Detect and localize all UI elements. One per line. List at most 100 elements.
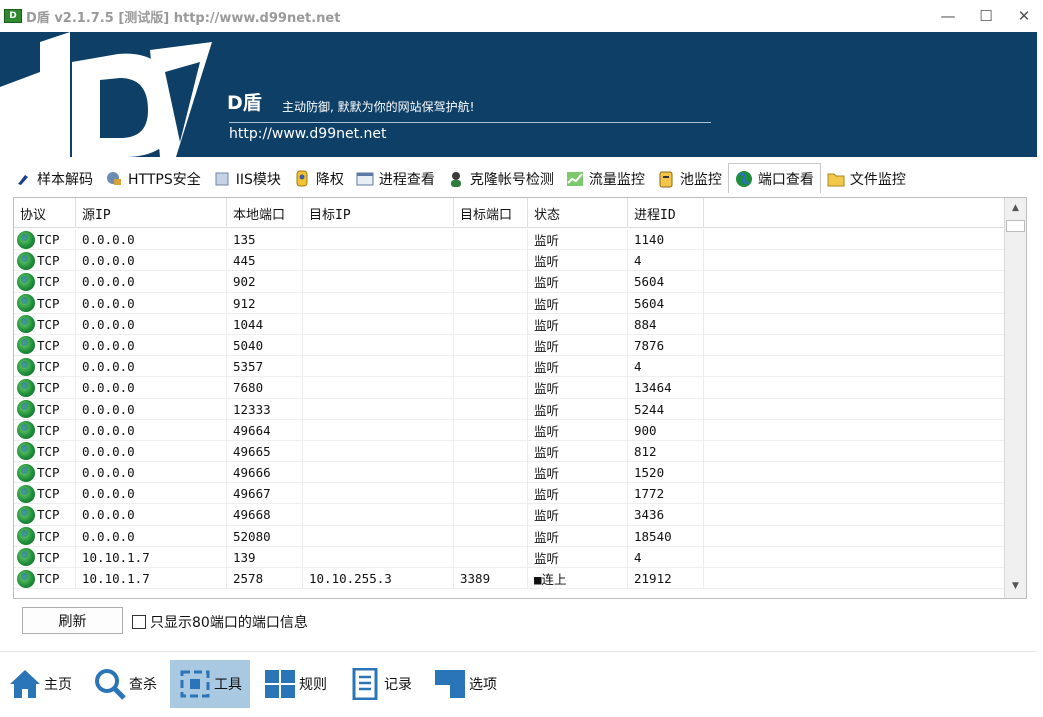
- table-row[interactable]: TCP 0.0.0.0 1044 监听 884: [14, 313, 1004, 335]
- table-row[interactable]: TCP 0.0.0.0 7680 监听 13464: [14, 377, 1004, 399]
- table-cell: [454, 250, 528, 272]
- banner: D盾 主动防御, 默默为你的网站保驾护航! http://www.d99net.…: [0, 32, 1037, 157]
- tab-https-security[interactable]: HTTPS安全: [99, 165, 207, 193]
- table-row[interactable]: TCP 0.0.0.0 49667 监听 1772: [14, 483, 1004, 505]
- table-cell: 49667: [227, 483, 303, 505]
- tab-pool-monitor[interactable]: 池监控: [651, 165, 728, 193]
- tab-traffic-monitor[interactable]: 流量监控: [560, 165, 651, 193]
- bottom-nav: 主页 查杀 工具 规则 记录 选项: [0, 660, 510, 710]
- table-row[interactable]: TCP 0.0.0.0 49666 监听 1520: [14, 462, 1004, 484]
- table-cell: 5244: [628, 398, 704, 420]
- cell-text: TCP: [37, 337, 60, 353]
- table-cell: 21912: [628, 568, 704, 589]
- cell-text: 1140: [634, 232, 665, 247]
- scroll-thumb[interactable]: [1006, 220, 1025, 232]
- table-row[interactable]: TCP 0.0.0.0 135 监听 1140: [14, 229, 1004, 251]
- column-header[interactable]: 进程ID: [628, 198, 704, 228]
- column-header[interactable]: 协议: [14, 198, 76, 228]
- nav-scan[interactable]: 查杀: [85, 660, 165, 708]
- table-cell: 5604: [628, 292, 704, 314]
- nav-home[interactable]: 主页: [0, 660, 80, 708]
- cell-text: TCP: [37, 486, 60, 502]
- table-cell: 监听: [528, 504, 628, 526]
- connection-globe-icon: [17, 336, 35, 355]
- cell-text: TCP: [37, 465, 60, 481]
- cell-text: 10.10.255.3: [309, 571, 392, 586]
- table-row[interactable]: TCP 0.0.0.0 5040 监听 7876: [14, 334, 1004, 357]
- connection-globe-icon: [17, 421, 35, 440]
- banner-divider: [229, 122, 711, 123]
- tab-privilege-drop[interactable]: 降权: [287, 165, 350, 193]
- table-row[interactable]: TCP 0.0.0.0 49665 监听 812: [14, 440, 1004, 463]
- table-row[interactable]: TCP 0.0.0.0 5357 监听 4: [14, 356, 1004, 378]
- column-header[interactable]: 本地端口: [227, 198, 303, 228]
- table-cell: TCP: [14, 546, 76, 568]
- table-cell: 1520: [628, 462, 704, 484]
- table-cell-filler: [704, 293, 1004, 314]
- table-cell-filler: [704, 568, 1004, 589]
- vertical-scrollbar[interactable]: ▲ ▼: [1004, 198, 1026, 598]
- cell-text: 0.0.0.0: [82, 232, 135, 247]
- column-header[interactable]: 目标IP: [303, 198, 454, 228]
- checkbox-icon[interactable]: [132, 615, 146, 629]
- table-row[interactable]: TCP 0.0.0.0 12333 监听 5244: [14, 398, 1004, 420]
- port80-filter-checkbox[interactable]: 只显示80端口的端口信息: [132, 612, 308, 632]
- cell-text: 4: [634, 253, 642, 269]
- cell-text: 监听: [534, 508, 560, 524]
- table-cell: 2578: [227, 568, 303, 589]
- window-icon: [356, 170, 374, 188]
- table-row[interactable]: TCP 0.0.0.0 49668 监听 3436: [14, 504, 1004, 526]
- tab-process-view[interactable]: 进程查看: [350, 165, 441, 193]
- table-row[interactable]: TCP 10.10.1.7 2578 10.10.255.3 3389 ■连上 21912: [14, 568, 1004, 590]
- tab-label: 样本解码: [37, 172, 93, 188]
- cell-text: 监听: [534, 275, 560, 291]
- table-row[interactable]: TCP 0.0.0.0 445 监听 4: [14, 250, 1004, 272]
- table-cell: 10.10.1.7: [76, 568, 227, 589]
- close-button[interactable]: ✕: [1005, 0, 1043, 32]
- cell-text: 1044: [233, 316, 264, 332]
- table-cell: [303, 419, 454, 441]
- table-cell: 0.0.0.0: [76, 377, 227, 399]
- nav-options[interactable]: 选项: [425, 660, 505, 708]
- table-cell: 监听: [528, 483, 628, 505]
- tab-port-view[interactable]: 端口查看: [727, 163, 821, 193]
- table-cell: 812: [628, 440, 704, 462]
- cell-text: 0.0.0.0: [82, 465, 135, 481]
- table-row[interactable]: TCP 0.0.0.0 49664 监听 900: [14, 419, 1004, 441]
- column-header[interactable]: 源IP: [76, 198, 227, 228]
- table-cell: 900: [628, 419, 704, 441]
- table-cell-filler: [704, 377, 1004, 398]
- tab-sample-decode[interactable]: 样本解码: [8, 165, 99, 193]
- table-cell: 1140: [628, 229, 704, 250]
- scroll-up-icon[interactable]: ▲: [1005, 198, 1026, 218]
- table-cell: [454, 440, 528, 462]
- nav-logs[interactable]: 记录: [340, 660, 420, 708]
- column-header[interactable]: 状态: [528, 198, 628, 228]
- nav-rules[interactable]: 规则: [255, 660, 335, 708]
- tab-label: 池监控: [679, 172, 722, 188]
- table-cell: 3389: [454, 568, 528, 589]
- cell-text: 0.0.0.0: [82, 295, 135, 311]
- tab-clone-account-check[interactable]: 克隆帐号检测: [441, 165, 560, 193]
- maximize-button[interactable]: ☐: [967, 0, 1005, 32]
- cell-text: 0.0.0.0: [82, 316, 135, 332]
- tab-label: 端口查看: [757, 171, 814, 188]
- cell-text: 7680: [233, 380, 264, 396]
- tab-iis-module[interactable]: IIS模块: [207, 165, 287, 193]
- cell-text: 0.0.0.0: [82, 486, 135, 502]
- table-cell-filler: [704, 356, 1004, 377]
- minimize-button[interactable]: —: [929, 0, 967, 32]
- port-table: 协议 源IP 本地端口 目标IP 目标端口 状态 进程ID TCP 0.0.0.0…: [13, 197, 1027, 599]
- column-header[interactable]: 目标端口: [454, 198, 528, 228]
- refresh-button[interactable]: 刷新: [22, 607, 123, 634]
- table-cell: [454, 356, 528, 378]
- cell-text: 5357: [233, 359, 264, 375]
- nav-tools[interactable]: 工具: [170, 660, 250, 708]
- table-row[interactable]: TCP 0.0.0.0 52080 监听 18540: [14, 525, 1004, 547]
- cell-text: 监听: [534, 381, 560, 397]
- scroll-down-icon[interactable]: ▼: [1005, 576, 1026, 596]
- table-row[interactable]: TCP 0.0.0.0 902 监听 5604: [14, 271, 1004, 293]
- tab-file-monitor[interactable]: 文件监控: [821, 165, 912, 193]
- table-row[interactable]: TCP 0.0.0.0 912 监听 5604: [14, 292, 1004, 314]
- table-row[interactable]: TCP 10.10.1.7 139 监听 4: [14, 546, 1004, 568]
